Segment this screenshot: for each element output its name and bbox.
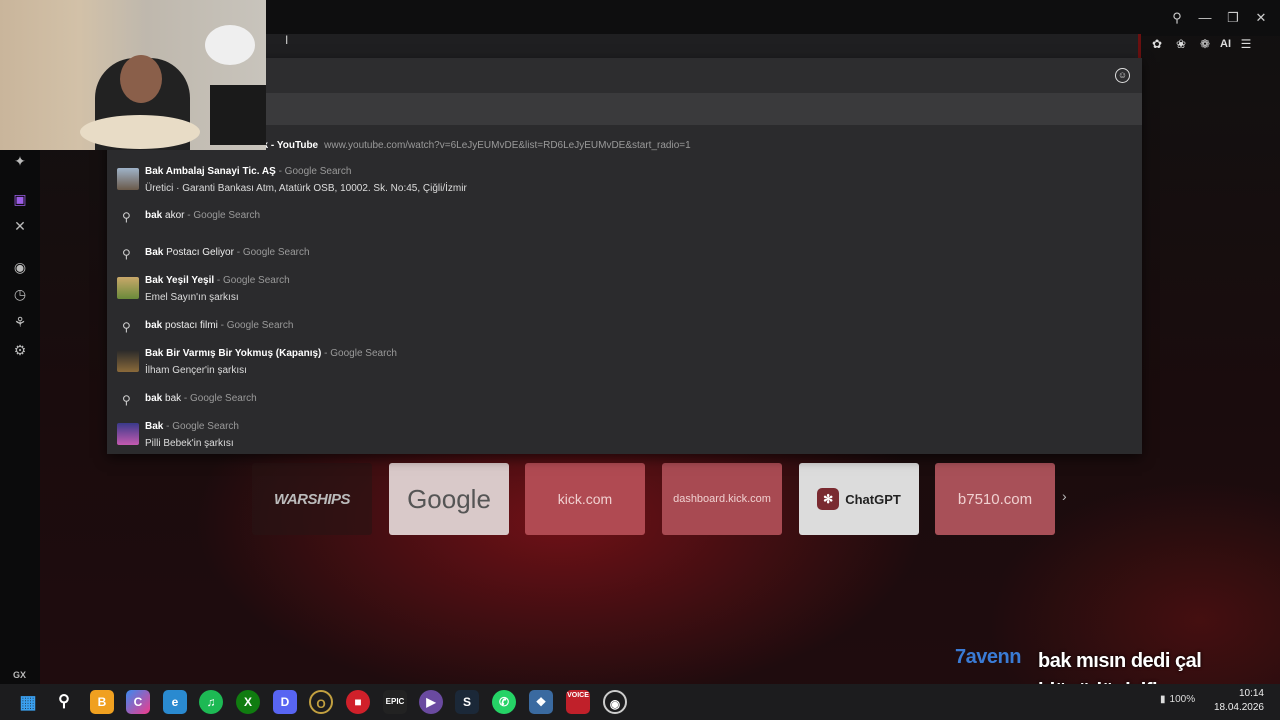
spotify-icon[interactable]: ◉	[11, 258, 29, 276]
wolf-icon[interactable]: ❀	[1172, 37, 1190, 51]
clock[interactable]: 10:14 18.04.2026	[1214, 687, 1264, 715]
webcam-overlay	[0, 0, 266, 150]
suggestion-text: Bak Yeşil Yeşil - Google Search	[145, 275, 290, 286]
suggestion-thumbnail	[117, 168, 139, 190]
suggestion-thumbnail	[117, 277, 139, 299]
spotify-icon[interactable]: ♫	[199, 690, 223, 714]
webcam-guitar	[80, 115, 200, 149]
window-controls: ⚲ — ❐ ✕	[1168, 8, 1270, 28]
suggestion-text: Bak - Google Search	[145, 421, 239, 432]
xbox-icon[interactable]: X	[236, 690, 260, 714]
suggestion-subtext: Üretici · Garanti Bankası Atm, Atatürk O…	[145, 183, 467, 194]
settings-icon[interactable]: ⚙	[11, 341, 29, 359]
speed-dial-label: b7510.com	[957, 490, 1033, 508]
search-icon: ⚲	[122, 210, 131, 224]
speed-dial-kick[interactable]: kick.com	[525, 463, 645, 535]
address-input[interactable]	[266, 34, 1138, 58]
suggestion-thumbnail	[117, 350, 139, 372]
suggestion-text: ak - YouTube www.youtube.com/watch?v=6LeJ…	[257, 140, 691, 151]
clock-time: 10:14	[1238, 688, 1264, 699]
copilot-icon[interactable]: C	[126, 690, 150, 714]
windows-start-icon[interactable]: ▦	[16, 690, 40, 714]
twitch-icon[interactable]: ▣	[11, 190, 29, 208]
suggestion-text: Bak Ambalaj Sanayi Tic. AŞ - Google Sear…	[145, 166, 352, 177]
suggestion-text: Bak Postacı Geliyor - Google Search	[145, 247, 310, 258]
speed-dial-label: dashboard.kick.com	[673, 493, 771, 505]
suggestion-subtext: Pilli Bebek'in şarkısı	[145, 438, 234, 449]
discord-icon[interactable]: D	[273, 690, 297, 714]
app-icon[interactable]: ■	[346, 690, 370, 714]
suggestion-subtext: Emel Sayın'ın şarkısı	[145, 292, 239, 303]
emoji-icon[interactable]: ☺	[1115, 68, 1130, 83]
chevron-right-icon[interactable]: ›	[1062, 488, 1067, 504]
whatsapp-icon[interactable]: ✆	[492, 690, 516, 714]
gx-mod-icon[interactable]: ✿	[1148, 37, 1166, 51]
obs-icon[interactable]: ◉	[603, 690, 627, 714]
suggestion-thumbnail	[117, 423, 139, 445]
webcam-monitor	[210, 85, 266, 145]
steam-icon[interactable]: S	[455, 690, 479, 714]
search-icon: ⚲	[122, 320, 131, 334]
search-icon: ⚲	[122, 393, 131, 407]
menu-icon[interactable]: ☰	[1237, 37, 1255, 51]
webcam-lamp	[205, 25, 255, 65]
ai-button[interactable]: AI	[1220, 38, 1231, 50]
speed-dial-label: Google	[407, 483, 491, 514]
speed-dial-label: kick.com	[557, 491, 613, 507]
speed-dial-warships[interactable]: WARSHIPS	[252, 463, 372, 535]
battery-percent: 100%	[1169, 694, 1196, 705]
opera-gx-icon[interactable]: O	[309, 690, 333, 714]
brave-icon[interactable]: B	[90, 690, 114, 714]
speed-dial-b7510[interactable]: b7510.com	[935, 463, 1055, 535]
suggestion-subtext: İlham Gençer'in şarkısı	[145, 365, 247, 376]
suggestion-text: Bak Bir Varmış Bir Yokmuş (Kapanış) - Go…	[145, 348, 397, 359]
chatgpt-icon: ✻	[817, 488, 840, 510]
extensions-bar: ✿ ❀ ❁ AI ☰	[1148, 37, 1255, 51]
network-app-icon[interactable]: ❖	[529, 690, 553, 714]
suggestion-text: bak bak - Google Search	[145, 393, 257, 404]
text-cursor-icon: I	[285, 33, 289, 47]
speed-dial-google[interactable]: Google	[389, 463, 509, 535]
speed-dial-chatgpt[interactable]: ✻ ChatGPT	[799, 463, 919, 535]
mods-icon[interactable]: ⚘	[11, 313, 29, 331]
speed-dial-label: ChatGPT	[845, 491, 901, 507]
edge-icon[interactable]: e	[163, 690, 187, 714]
search-icon: ⚲	[122, 247, 131, 261]
taskbar: ▦ ⚲ B C e ♫ X D O ■ EPIC ▶ S ✆ ❖ VOICE ◉…	[0, 684, 1280, 720]
search-icon[interactable]: ⚲	[52, 690, 76, 714]
speed-dial-dashboard-kick[interactable]: dashboard.kick.com	[662, 463, 782, 535]
restore-icon[interactable]: ❐	[1224, 8, 1242, 28]
suggestion-text: bak akor - Google Search	[145, 210, 261, 221]
media-player-icon[interactable]: ▶	[419, 690, 443, 714]
voicemeeter-icon[interactable]: VOICE	[566, 690, 590, 714]
minimize-icon[interactable]: —	[1196, 8, 1214, 28]
suggestion-text: bak postacı filmi - Google Search	[145, 320, 294, 331]
search-icon[interactable]: ⚲	[1168, 8, 1186, 28]
speed-dial-label: WARSHIPS	[273, 490, 351, 508]
gx-label[interactable]: GX	[13, 670, 26, 680]
clock-date: 18.04.2026	[1213, 702, 1264, 713]
webcam-head	[120, 55, 162, 103]
opera-gx-icon[interactable]: ✦	[11, 152, 29, 170]
system-tray: ▮ 100%	[1160, 694, 1195, 705]
epic-games-icon[interactable]: EPIC	[383, 690, 407, 714]
x-icon[interactable]: ✕	[11, 217, 29, 235]
close-icon[interactable]: ✕	[1252, 8, 1270, 28]
battery-icon[interactable]: ▮	[1160, 694, 1166, 705]
clock-icon[interactable]: ◷	[11, 285, 29, 303]
address-bar[interactable]	[266, 34, 1141, 58]
chat-username: 7avenn	[955, 646, 1021, 668]
corgi-icon[interactable]: ❁	[1196, 37, 1214, 51]
